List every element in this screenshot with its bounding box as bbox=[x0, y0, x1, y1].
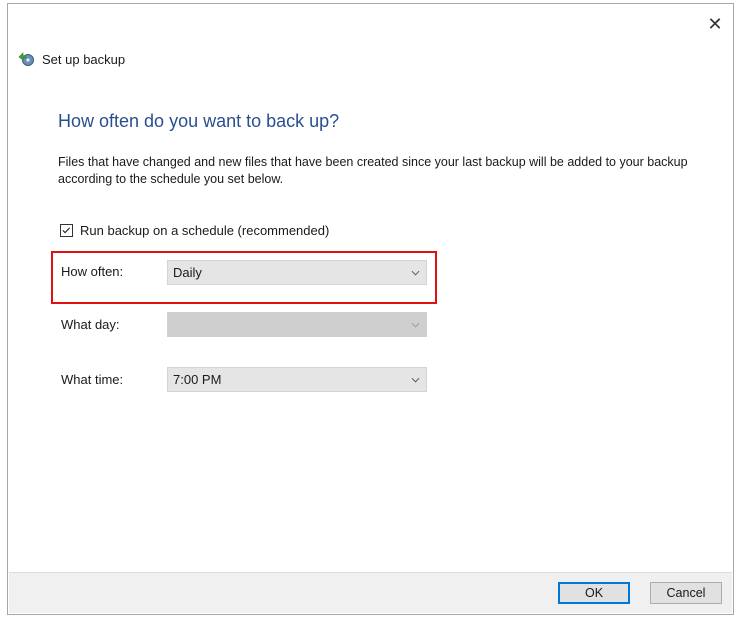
dialog-title: Set up backup bbox=[42, 51, 126, 67]
page-description: Files that have changed and new files th… bbox=[58, 155, 688, 186]
close-button[interactable]: ✕ bbox=[705, 14, 725, 34]
chevron-down-icon bbox=[410, 261, 420, 284]
backup-icon bbox=[18, 52, 34, 66]
chevron-down-icon bbox=[410, 368, 420, 391]
ok-button[interactable]: OK bbox=[558, 582, 630, 604]
what-day-label: What day: bbox=[61, 317, 120, 332]
schedule-checkbox[interactable] bbox=[60, 224, 73, 237]
dialog-title-bar: Set up backup bbox=[17, 51, 125, 67]
cancel-button[interactable]: Cancel bbox=[650, 582, 722, 604]
how-often-select[interactable]: Daily bbox=[167, 260, 427, 285]
schedule-checkbox-row[interactable]: Run backup on a schedule (recommended) bbox=[60, 223, 329, 238]
checkmark-icon bbox=[62, 227, 71, 234]
dialog-footer: OK Cancel bbox=[9, 572, 732, 613]
how-often-value: Daily bbox=[173, 265, 202, 280]
what-time-select[interactable]: 7:00 PM bbox=[167, 367, 427, 392]
what-day-select[interactable] bbox=[167, 312, 427, 337]
page-heading: How often do you want to back up? bbox=[58, 111, 340, 131]
schedule-checkbox-label: Run backup on a schedule (recommended) bbox=[80, 223, 330, 238]
what-time-label: What time: bbox=[61, 372, 124, 387]
what-time-value: 7:00 PM bbox=[173, 372, 222, 387]
backup-dialog: ✕ Set up backup How often do you want to… bbox=[7, 3, 734, 615]
how-often-label: How often: bbox=[61, 264, 124, 279]
chevron-down-icon bbox=[410, 313, 420, 336]
close-icon: ✕ bbox=[707, 14, 723, 34]
